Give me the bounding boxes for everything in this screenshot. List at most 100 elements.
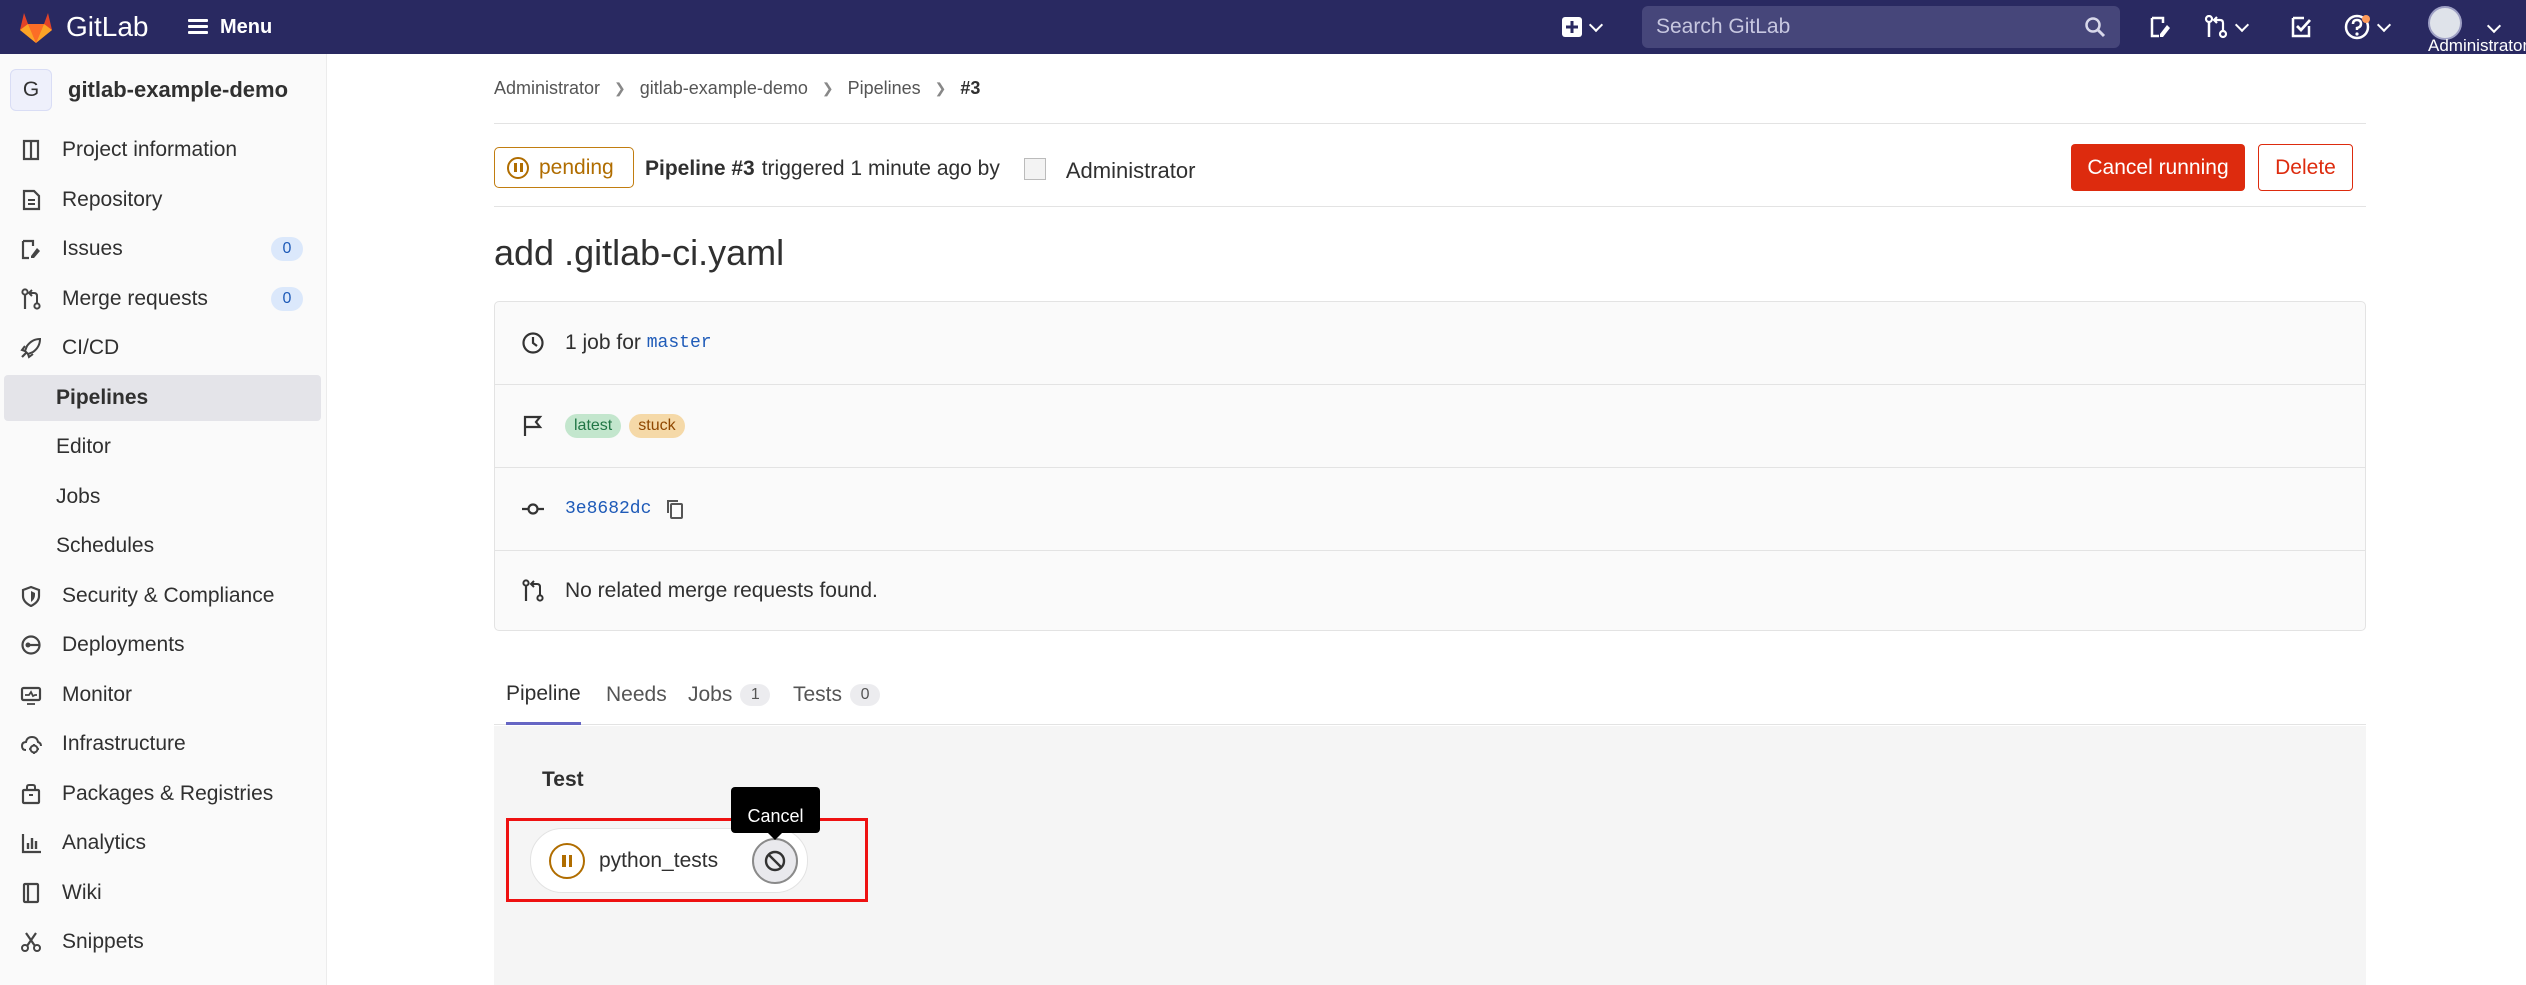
sidebar-item-monitor[interactable]: Monitor [4, 672, 321, 718]
triggered-text: triggered 1 minute ago by [761, 157, 1000, 180]
todos-shortcut[interactable] [2290, 11, 2312, 43]
gitlab-logo[interactable]: GitLab [18, 8, 149, 46]
sidebar-item-packages-registries[interactable]: Packages & Registries [4, 771, 321, 817]
sidebar-item-label: Infrastructure [62, 732, 186, 755]
sidebar-item-wiki[interactable]: Wiki [4, 870, 321, 916]
delete-button[interactable]: Delete [2258, 144, 2353, 191]
tooltip-arrow [768, 833, 782, 840]
user-avatar[interactable] [2428, 6, 2462, 40]
tab-pipeline[interactable]: Pipeline [506, 665, 581, 725]
chevron-down-icon [2486, 18, 2502, 33]
project-name: gitlab-example-demo [68, 77, 289, 102]
breadcrumb: Administrator ❯ gitlab-example-demo ❯ Pi… [494, 78, 980, 99]
sidebar-item-infrastructure[interactable]: Infrastructure [4, 721, 321, 767]
rocket-icon [18, 335, 44, 361]
sidebar-subitem-editor[interactable]: Editor [4, 424, 321, 470]
sidebar-item-issues[interactable]: Issues 0 [4, 226, 321, 272]
sidebar-item-project-information[interactable]: Project information [4, 127, 321, 173]
search-input[interactable] [1656, 13, 2056, 41]
tab-jobs[interactable]: Jobs 1 [688, 665, 771, 725]
tab-needs[interactable]: Needs [606, 665, 667, 725]
hamburger-icon [188, 19, 208, 35]
menu-button[interactable]: Menu [188, 10, 272, 44]
help-icon [2344, 14, 2370, 40]
breadcrumb-current[interactable]: #3 [960, 78, 980, 99]
sidebar-item-snippets[interactable]: Snippets [4, 919, 321, 965]
sidebar-item-security-compliance[interactable]: Security & Compliance [4, 573, 321, 619]
project-header[interactable]: G gitlab-example-demo [10, 68, 288, 112]
sidebar-item-label: CI/CD [62, 336, 120, 359]
stuck-badge: stuck [629, 414, 685, 438]
merge-request-icon [519, 577, 547, 605]
chart-icon [18, 830, 44, 856]
breadcrumb-link-pipelines[interactable]: Pipelines [848, 78, 921, 99]
divider [494, 206, 2366, 207]
menu-label: Menu [220, 15, 273, 38]
pipeline-tabs: Pipeline Needs Jobs 1 Tests 0 [494, 665, 2366, 725]
sidebar-subitem-jobs[interactable]: Jobs [4, 474, 321, 520]
user-name: Administrator [2428, 36, 2526, 55]
commit-sha-link[interactable]: 3e8682dc [565, 499, 651, 519]
chevron-down-icon [2234, 17, 2250, 32]
logo-text: GitLab [66, 11, 149, 42]
new-item-dropdown[interactable] [1562, 11, 1604, 43]
job-count-text: 1 job for [565, 331, 641, 354]
pipeline-info-box: 1 job for master latest stuck 3e8682dc N… [494, 301, 2366, 631]
cloud-gear-icon [18, 731, 44, 757]
sidebar-item-label: Analytics [62, 831, 147, 854]
scissors-icon [18, 929, 44, 955]
chevron-right-icon: ❯ [614, 80, 626, 96]
sidebar-subitem-schedules[interactable]: Schedules [4, 523, 321, 569]
package-icon [18, 781, 44, 807]
issues-icon [2150, 16, 2170, 38]
sidebar-item-ci-cd[interactable]: CI/CD [4, 325, 321, 371]
status-text: pending [539, 155, 614, 179]
sidebar-item-label: Monitor [62, 683, 133, 706]
copy-icon[interactable] [665, 498, 685, 520]
pipeline-status-badge[interactable]: pending [494, 147, 634, 188]
repository-icon [18, 187, 44, 213]
sidebar-item-label: Repository [62, 188, 163, 211]
tab-label: Pipeline [506, 681, 581, 705]
stage-title: Test [542, 768, 584, 791]
branch-link[interactable]: master [647, 333, 712, 353]
tests-count-badge: 0 [850, 684, 881, 706]
sidebar-item-label: Issues [62, 237, 123, 260]
sidebar-item-label: Deployments [62, 633, 185, 656]
issues-shortcut[interactable] [2148, 11, 2172, 43]
sidebar-item-merge-requests[interactable]: Merge requests 0 [4, 276, 321, 322]
breadcrumb-link-project[interactable]: gitlab-example-demo [640, 78, 808, 99]
commit-row: 3e8682dc [495, 468, 2365, 550]
help-dropdown[interactable] [2344, 11, 2392, 43]
search-box[interactable] [1642, 6, 2120, 48]
commit-icon [519, 495, 547, 523]
sidebar-item-label: Packages & Registries [62, 782, 274, 805]
chevron-down-icon [2376, 17, 2392, 32]
jobs-count-badge: 1 [740, 684, 771, 706]
sidebar-item-analytics[interactable]: Analytics [4, 820, 321, 866]
merge-request-row: No related merge requests found. [495, 550, 2365, 632]
trigger-user-link[interactable]: Administrator [1066, 158, 1196, 184]
todo-check-icon [2291, 16, 2312, 38]
merge-request-text: No related merge requests found. [565, 579, 878, 602]
user-avatar-image[interactable] [1023, 158, 1046, 180]
project-info-icon [18, 137, 44, 163]
pause-status-icon [507, 156, 529, 179]
sidebar-item-repository[interactable]: Repository [4, 177, 321, 223]
tanuki-icon [20, 13, 52, 43]
cancel-tooltip: Cancel [731, 787, 820, 833]
tab-tests[interactable]: Tests 0 [793, 665, 881, 725]
sidebar-item-label: Snippets [62, 930, 144, 953]
merge-request-icon [18, 286, 44, 312]
sidebar-subitem-pipelines[interactable]: Pipelines [4, 375, 321, 421]
job-count-row: 1 job for master [495, 302, 2365, 384]
breadcrumb-link-administrator[interactable]: Administrator [494, 78, 600, 99]
pipeline-name: Pipeline #3 [645, 157, 755, 180]
sidebar-item-label: Merge requests [62, 287, 208, 310]
clock-icon [519, 329, 547, 357]
sidebar-item-deployments[interactable]: Deployments [4, 622, 321, 668]
chevron-down-icon [1588, 17, 1604, 32]
book-icon [18, 880, 44, 906]
merge-requests-dropdown[interactable] [2204, 11, 2250, 43]
cancel-running-button[interactable]: Cancel running [2071, 144, 2245, 191]
